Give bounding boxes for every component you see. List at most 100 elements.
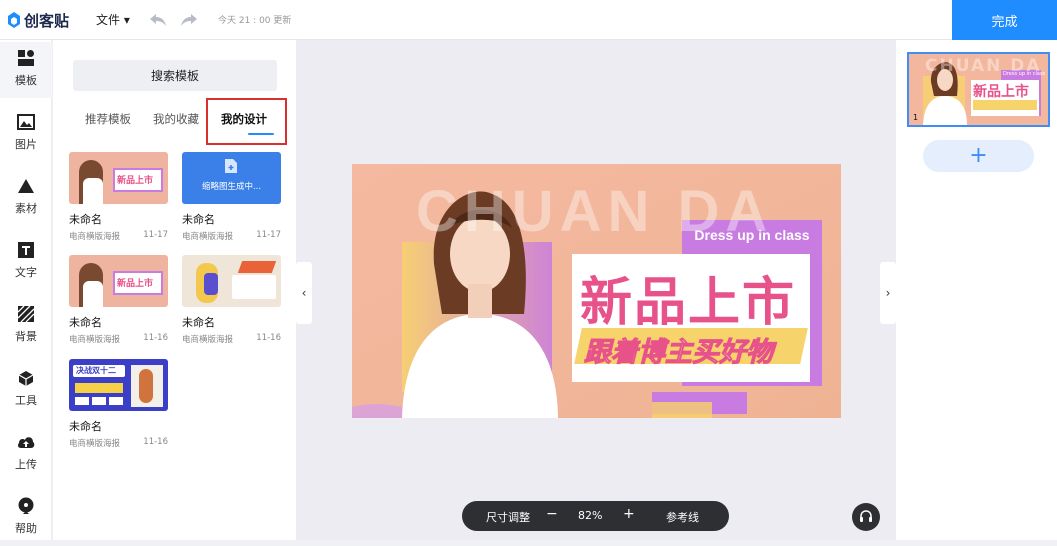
tab-recommended[interactable]: 推荐模板 — [85, 111, 131, 127]
top-bar: 创客贴 文件 ▾ 今天 21 : 00 更新 完成 — [0, 0, 1057, 40]
thumb-status: 缩略图生成中... — [201, 182, 262, 192]
text-icon — [16, 240, 36, 260]
rail-label: 上传 — [15, 458, 37, 471]
tools-icon — [16, 368, 36, 388]
rail-item-background[interactable]: 背景 — [0, 298, 52, 354]
card-date: 11-16 — [256, 333, 281, 343]
card-date: 11-17 — [256, 230, 281, 240]
card-date: 11-16 — [143, 437, 168, 447]
rail-label: 背景 — [15, 330, 37, 343]
rail-item-upload[interactable]: 上传 — [0, 426, 52, 482]
thumb-tag-text: Dress up in class — [1003, 71, 1046, 77]
card-title: 未命名 — [182, 316, 215, 329]
canvas-stage: CHUAN DA Dress up in class 新品上市 跟着博主买好物 … — [296, 40, 896, 540]
support-button[interactable] — [852, 503, 880, 531]
model-shirt — [83, 281, 103, 307]
logo-icon — [8, 12, 20, 28]
thumb-strip — [75, 383, 123, 393]
card-title: 未命名 — [69, 213, 102, 226]
resize-button[interactable]: 尺寸调整 — [486, 509, 530, 525]
model-shirt — [83, 178, 103, 204]
upload-icon — [16, 432, 36, 452]
card-date: 11-16 — [143, 333, 168, 343]
prev-page-button[interactable]: ‹ — [296, 262, 312, 324]
search-templates-button[interactable]: 搜索模板 — [73, 60, 277, 91]
next-page-button[interactable]: › — [880, 262, 896, 324]
zoom-in-button[interactable]: + — [623, 506, 635, 522]
save-status: 今天 21 : 00 更新 — [218, 16, 292, 26]
card-type: 电商横版海报 — [69, 232, 121, 242]
zoom-out-button[interactable]: − — [546, 506, 558, 522]
subline-text[interactable]: 跟着博主买好物 — [584, 330, 774, 369]
rail-item-tools[interactable]: 工具 — [0, 362, 52, 418]
tab-favorites[interactable]: 我的收藏 — [153, 111, 199, 127]
zoom-value: 82% — [578, 509, 603, 522]
zoom-toolbar: 尺寸调整 − 82% + 参考线 — [462, 501, 729, 531]
logo[interactable]: 创客贴 — [6, 8, 69, 32]
chevron-right-icon: › — [885, 286, 891, 300]
annotation-highlight — [206, 98, 287, 145]
rail-item-elements[interactable]: 素材 — [0, 170, 52, 226]
thumb-tag — [75, 397, 89, 405]
card-date: 11-17 — [143, 230, 168, 240]
design-card[interactable]: 缩略图生成中... 未命名 电商横版海报 11-17 — [182, 152, 281, 242]
rail-item-images[interactable]: 图片 — [0, 106, 52, 162]
card-meta: 电商横版海报 11-17 — [182, 230, 281, 242]
redo-icon[interactable] — [179, 12, 199, 28]
card-title: 未命名 — [69, 316, 102, 329]
illustration-body — [204, 273, 218, 295]
tag-text[interactable]: Dress up in class — [682, 220, 822, 250]
illustration-arrow — [237, 261, 277, 273]
design-thumbnail[interactable]: 新品上市 — [69, 255, 168, 307]
thumb-headline: 新品上市 — [117, 176, 154, 186]
card-title: 未命名 — [69, 420, 102, 433]
add-page-button[interactable]: + — [923, 140, 1034, 172]
card-type: 电商横版海报 — [182, 232, 234, 242]
rail-label: 模板 — [15, 74, 37, 87]
thumb-tag — [92, 397, 106, 405]
headline-text[interactable]: 新品上市 — [580, 260, 796, 335]
thumb-headline: 新品上市 — [117, 279, 154, 289]
thumb-banner: 决战双十二 — [73, 365, 125, 377]
card-type: 电商横版海报 — [69, 335, 121, 345]
design-thumbnail[interactable]: 新品上市 — [69, 152, 168, 204]
card-meta: 电商横版海报 11-16 — [69, 333, 168, 345]
design-card[interactable]: 新品上市 未命名 电商横版海报 11-16 — [69, 255, 168, 345]
card-meta: 电商横版海报 11-16 — [182, 333, 281, 345]
rail-item-help[interactable]: 帮助 — [0, 490, 52, 546]
thumb-person — [139, 369, 153, 403]
card-meta: 电商横版海报 11-17 — [69, 230, 168, 242]
page-thumbnail[interactable]: CHUAN DA Dress up in class 新品上市 1 — [907, 52, 1050, 127]
card-type: 电商横版海报 — [182, 335, 234, 345]
illustration-card — [232, 275, 276, 299]
rail-label: 图片 — [15, 138, 37, 151]
design-card[interactable]: 新品上市 未命名 电商横版海报 11-17 — [69, 152, 168, 242]
guides-button[interactable]: 参考线 — [666, 509, 699, 525]
rail-label: 工具 — [15, 394, 37, 407]
help-icon — [16, 496, 36, 516]
file-menu[interactable]: 文件 ▾ — [96, 11, 130, 28]
left-rail: 模板 图片 素材 文字 背景 工具 上传 帮助 — [0, 40, 52, 540]
design-thumbnail[interactable] — [182, 255, 281, 307]
card-type: 电商横版海报 — [69, 439, 121, 449]
thumb-headline: 新品上市 — [973, 84, 1029, 100]
logo-text: 创客贴 — [24, 11, 70, 30]
done-button[interactable]: 完成 — [952, 0, 1057, 40]
rail-label: 文字 — [15, 266, 37, 279]
design-canvas[interactable]: CHUAN DA Dress up in class 新品上市 跟着博主买好物 — [352, 164, 841, 418]
rail-label: 素材 — [15, 202, 37, 215]
rail-item-templates[interactable]: 模板 — [0, 42, 52, 98]
card-title: 未命名 — [182, 213, 215, 226]
template-icon — [16, 48, 36, 68]
rail-item-text[interactable]: 文字 — [0, 234, 52, 290]
generating-icon — [225, 159, 237, 173]
headline-box: 新品上市 — [113, 168, 163, 192]
rail-label: 帮助 — [15, 522, 37, 535]
design-card[interactable]: 决战双十二 未命名 电商横版海报 11-16 — [69, 359, 168, 449]
design-card[interactable]: 未命名 电商横版海报 11-16 — [182, 255, 281, 345]
pages-panel: CHUAN DA Dress up in class 新品上市 1 + — [896, 40, 1057, 540]
design-thumbnail[interactable]: 决战双十二 — [69, 359, 168, 411]
undo-icon[interactable] — [148, 12, 168, 28]
design-thumbnail[interactable]: 缩略图生成中... — [182, 152, 281, 204]
headline-box: 新品上市 — [113, 271, 163, 295]
